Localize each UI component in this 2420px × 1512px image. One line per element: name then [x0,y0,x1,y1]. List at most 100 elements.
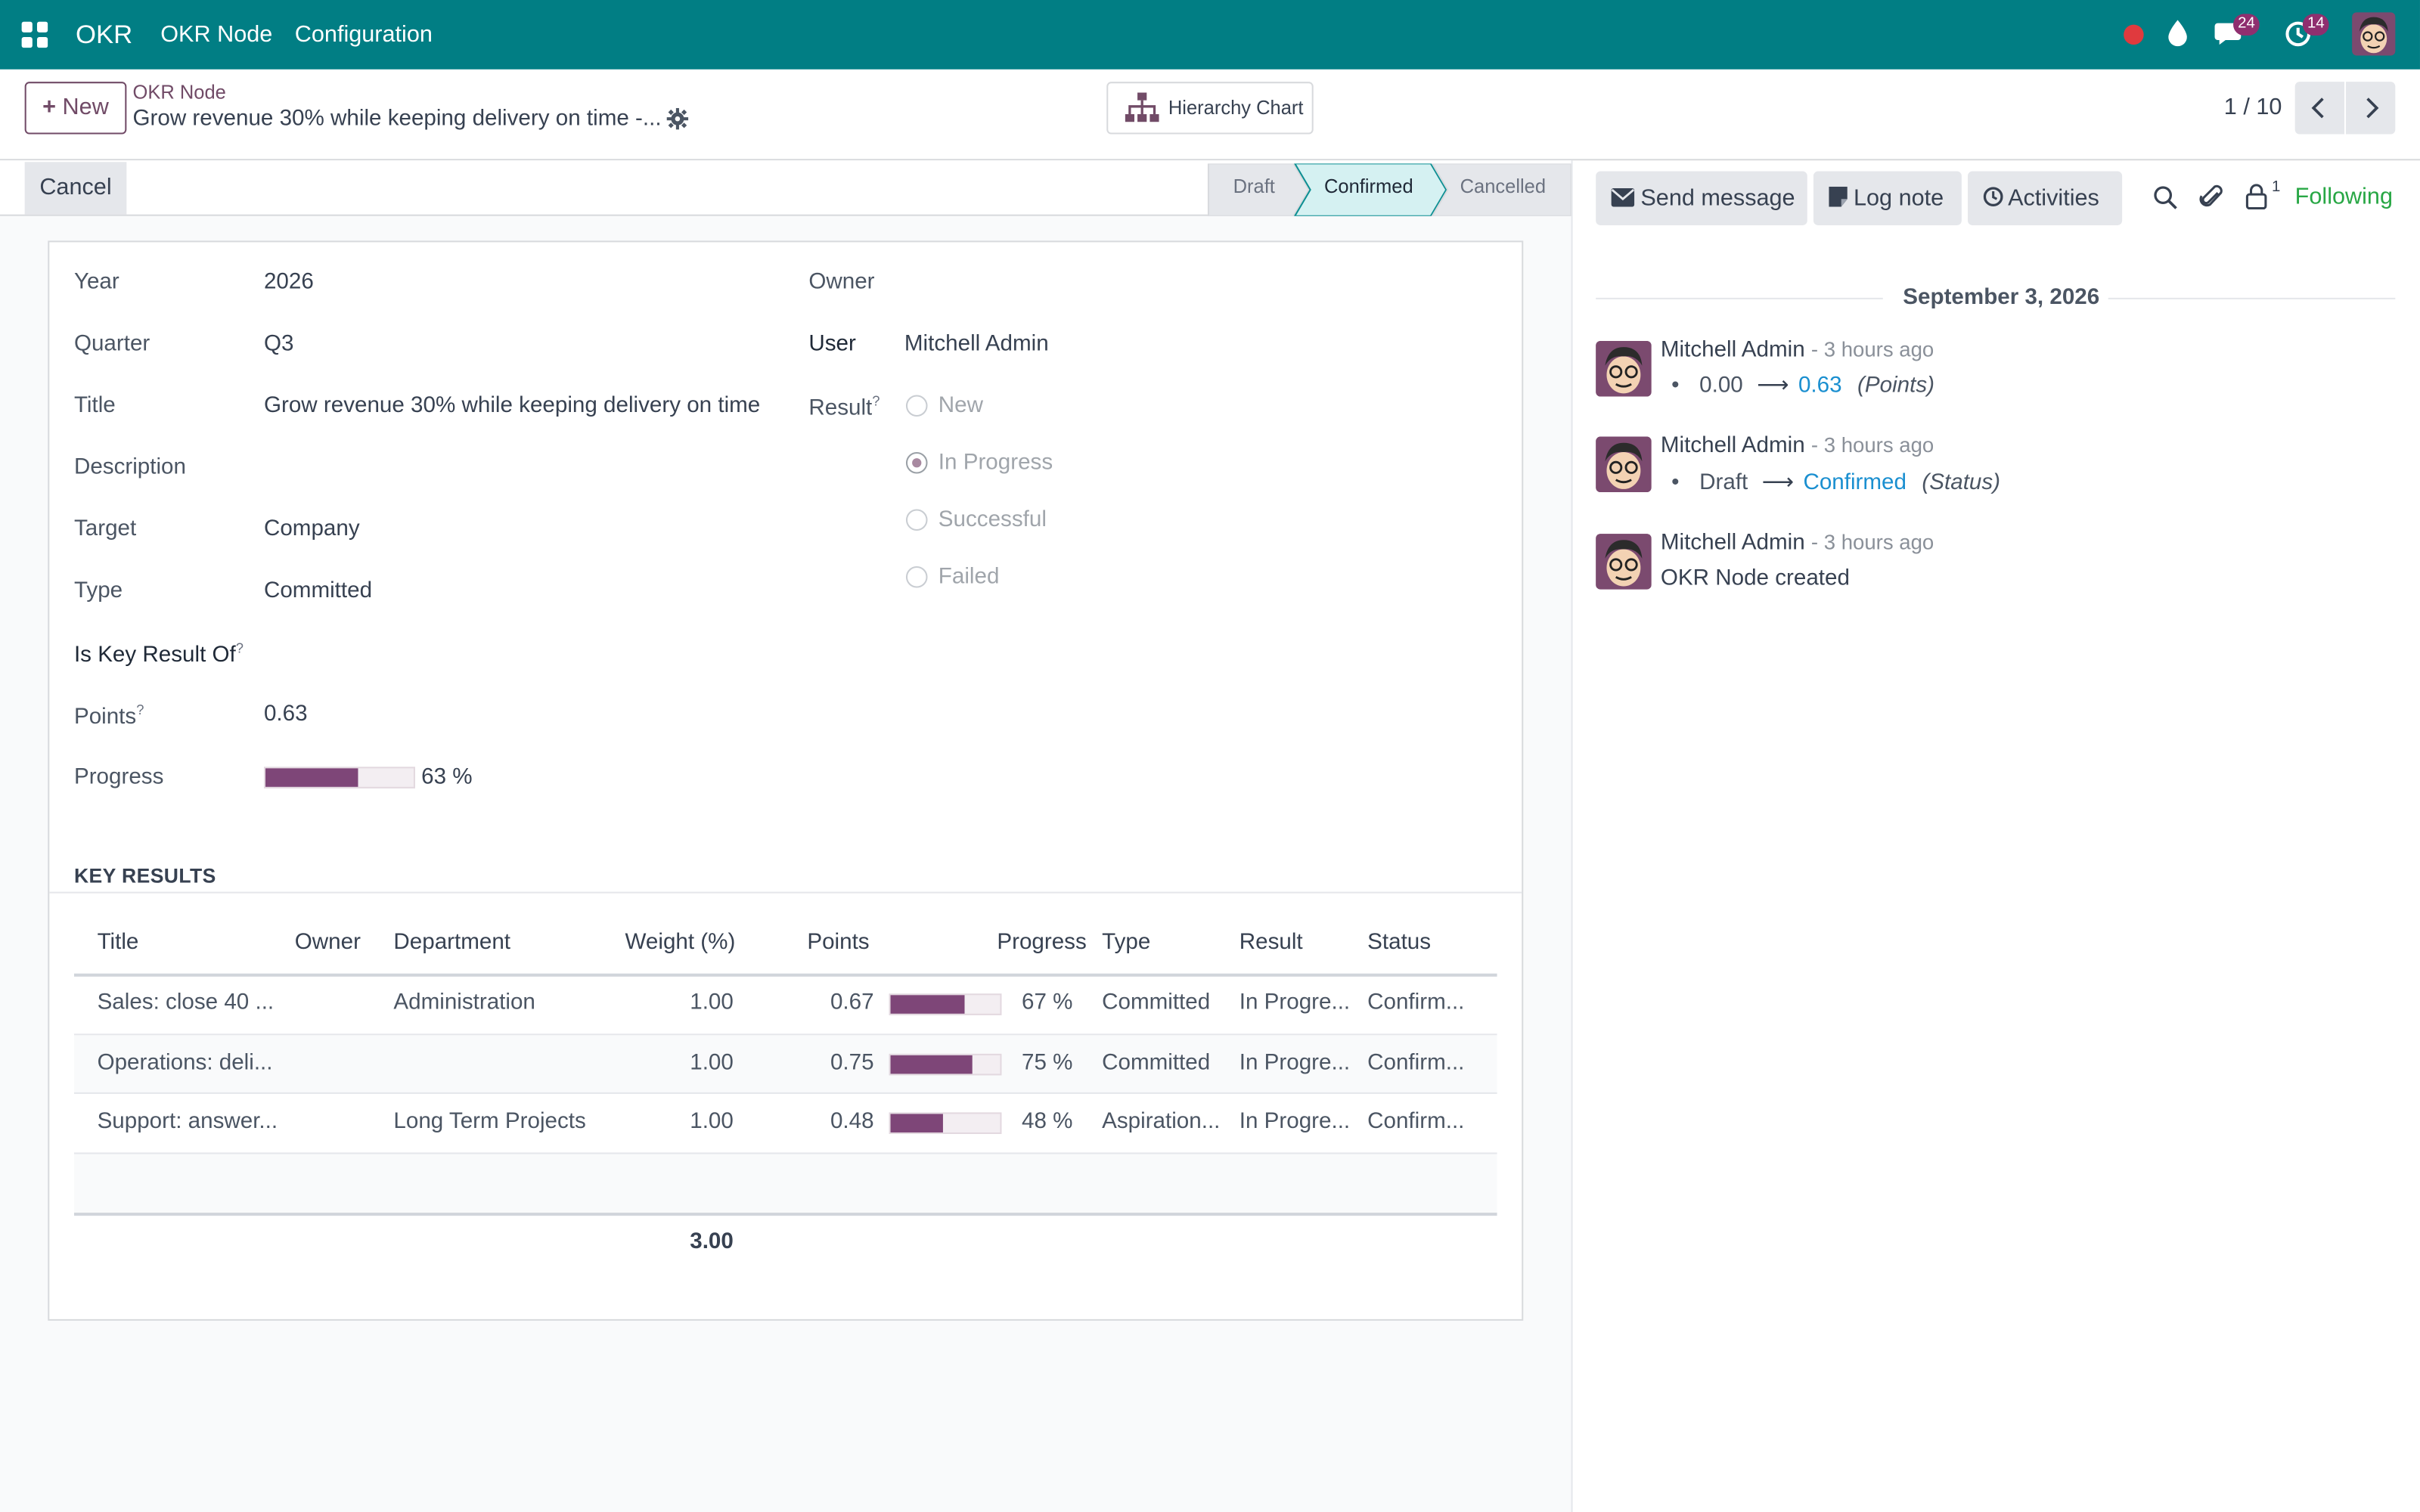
sitemap-icon [1125,92,1159,129]
pager-value[interactable]: 1 / 10 [2224,94,2282,120]
key-results-section-title: KEY RESULTS [73,863,216,888]
new-button[interactable]: + New [24,82,127,135]
radio-circle-selected[interactable] [905,451,928,474]
menu-configuration[interactable]: Configuration [295,0,433,70]
cell-points: 0.75 [830,1050,874,1076]
key-result-of-label-text: Is Key Result Of [73,643,236,668]
log-note-label: Log note [1854,184,1944,212]
cell-department: Administration [393,990,535,1015]
radio-label-new: New [938,393,984,419]
points-label: Points? [74,702,144,730]
cell-title: Support: answer... [97,1109,278,1134]
log-note-button[interactable]: Log note [1813,171,1962,227]
column-header-points[interactable]: Points [807,931,869,956]
title-field[interactable]: Grow revenue 30% while keeping delivery … [264,393,760,418]
control-panel: + New OKR Node Grow revenue 30% while ke… [0,69,2420,161]
message-author-line: Mitchell Admin - 3 hours ago [1661,338,1934,363]
radio-label-failed: Failed [938,564,1000,590]
send-message-button[interactable]: Send message [1596,171,1807,225]
tracked-field: (Status) [1922,470,2001,496]
radio-label-successful: Successful [938,507,1047,533]
cell-result: In Progre... [1239,1050,1351,1076]
progress-bar-fill [265,768,359,787]
stage-confirmed[interactable]: Confirmed [1324,176,1413,198]
column-header-owner[interactable]: Owner [295,931,361,956]
owner-label: Owner [808,270,875,295]
note-icon [1829,173,1848,227]
paperclip-icon[interactable] [2199,184,2224,218]
help-tooltip-icon[interactable]: ? [236,640,244,655]
gear-icon[interactable] [666,107,689,136]
type-field[interactable]: Committed [264,578,372,603]
author-avatar[interactable] [1596,436,1652,493]
activities-button[interactable]: Activities [1968,171,2123,225]
pager-next-button[interactable] [2346,82,2396,135]
search-messages-icon[interactable] [2153,185,2178,216]
quarter-field[interactable]: Q3 [264,332,293,357]
user-field[interactable]: Mitchell Admin [904,332,1049,357]
cancel-button[interactable]: Cancel [24,162,127,215]
activities-badge: 14 [2302,14,2329,36]
chevron-right-icon [2365,98,2380,125]
target-label: Target [73,516,137,542]
radio-circle[interactable] [905,509,928,531]
drop-icon[interactable] [2167,18,2189,52]
column-header-result[interactable]: Result [1239,931,1303,956]
cell-title: Operations: deli... [97,1050,273,1076]
author-avatar[interactable] [1596,341,1652,397]
message-date: - 3 hours ago [1810,433,1934,457]
pager-previous-button[interactable] [2294,82,2344,135]
followers-icon[interactable] [2245,184,2267,216]
quarter-label: Quarter [73,331,150,357]
menu-okr-node[interactable]: OKR Node [160,0,272,70]
cell-progress-text: 75 % [1022,1050,1073,1076]
message-author-line: Mitchell Admin - 3 hours ago [1661,433,1934,458]
tracking-value-line: • Draft ⟶ Confirmed (Status) [1671,470,2000,495]
radio-circle[interactable] [905,395,928,417]
message-author-line: Mitchell Admin - 3 hours ago [1661,531,1934,556]
help-tooltip-icon[interactable]: ? [872,393,880,408]
description-field[interactable] [264,455,758,483]
message-author[interactable]: Mitchell Admin [1661,531,1805,556]
cell-progress-text: 67 % [1022,990,1073,1015]
cell-department: Long Term Projects [393,1109,586,1134]
following-button[interactable]: Following [2295,184,2393,210]
radio-circle[interactable] [905,565,928,588]
arrow-right-icon: ⟶ [1757,373,1789,398]
author-avatar[interactable] [1596,534,1652,590]
stage-draft[interactable]: Draft [1233,176,1275,198]
column-header-weight[interactable]: Weight (%) [625,931,736,956]
stage-cancelled[interactable]: Cancelled [1460,176,1546,198]
app-name[interactable]: OKR [76,0,132,70]
result-label: Result? [808,393,880,420]
cell-result: In Progre... [1239,1109,1351,1134]
column-header-progress[interactable]: Progress [997,931,1086,956]
column-header-status[interactable]: Status [1367,931,1431,956]
breadcrumb-parent[interactable]: OKR Node [133,82,226,104]
help-tooltip-icon[interactable]: ? [136,702,144,717]
message-date: - 3 hours ago [1810,337,1934,361]
messages-badge: 24 [2233,14,2260,36]
cell-points: 0.67 [830,990,874,1015]
column-header-department[interactable]: Department [393,931,510,956]
progress-bar [263,767,415,789]
key-result-of-field[interactable] [264,640,758,668]
message-date: - 3 hours ago [1810,531,1934,554]
section-separator [49,891,1522,894]
user-avatar[interactable] [2352,12,2396,56]
owner-field[interactable] [904,270,1491,298]
date-separator-line-left [1596,297,1883,299]
new-button-label: New [62,94,109,121]
year-field[interactable]: 2026 [264,270,314,295]
hierarchy-chart-button[interactable]: Hierarchy Chart [1106,82,1314,135]
apps-menu-icon[interactable] [21,21,48,48]
column-header-title[interactable]: Title [98,931,139,956]
arrow-right-icon: ⟶ [1761,470,1795,496]
target-field[interactable]: Company [264,517,360,542]
points-field[interactable]: 0.63 [264,702,308,727]
empty-row[interactable] [73,1154,1497,1213]
column-header-type[interactable]: Type [1102,931,1150,956]
message-author[interactable]: Mitchell Admin [1661,433,1805,458]
message-author[interactable]: Mitchell Admin [1661,338,1805,363]
record-status-icon[interactable] [2124,24,2144,45]
